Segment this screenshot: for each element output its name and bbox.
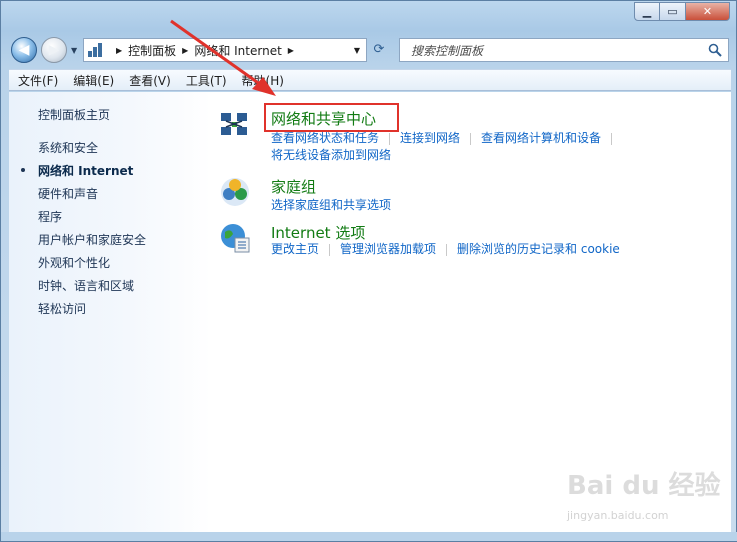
- menu-help[interactable]: 帮助(H): [233, 72, 290, 89]
- link-change-homepage[interactable]: 更改主页: [271, 242, 319, 256]
- sidebar-item-network-internet[interactable]: 网络和 Internet: [38, 162, 133, 179]
- link-manage-addons[interactable]: 管理浏览器加载项: [340, 242, 436, 256]
- link-view-network-status[interactable]: 查看网络状态和任务: [271, 131, 379, 145]
- sidebar-item-system-security[interactable]: 系统和安全: [38, 139, 98, 156]
- link-separator: [389, 132, 391, 145]
- link-separator: [470, 132, 472, 145]
- link-homegroup-sharing-options[interactable]: 选择家庭组和共享选项: [271, 198, 391, 212]
- search-placeholder: 搜索控制面板: [411, 43, 484, 58]
- minimize-button[interactable]: ▁: [634, 2, 660, 21]
- homegroup-title[interactable]: 家庭组: [271, 176, 316, 197]
- internet-options-icon: [221, 224, 250, 253]
- link-separator: [446, 243, 448, 256]
- menu-edit[interactable]: 编辑(E): [64, 72, 120, 89]
- sidebar-item-programs[interactable]: 程序: [38, 208, 62, 225]
- internet-options-links: 更改主页 管理浏览器加载项 删除浏览的历史记录和 cookie: [271, 241, 737, 258]
- sidebar-item-home[interactable]: 控制面板主页: [38, 106, 110, 123]
- highlight-box: [264, 103, 399, 132]
- link-separator: [329, 243, 331, 256]
- menu-bar: 文件(F) 编辑(E) 查看(V) 工具(T) 帮助(H): [9, 69, 731, 91]
- forward-button[interactable]: ▶: [41, 37, 67, 63]
- network-sharing-icon: [221, 113, 247, 135]
- internet-options-title[interactable]: Internet 选项: [271, 222, 365, 243]
- control-panel-window: ▁ ▭ ✕ ◀ ▶ ▼ ▶ 控制面板 ▶ 网络和 Internet ▶ ▼ ⟳ …: [0, 0, 737, 542]
- sidebar-item-hardware-sound[interactable]: 硬件和声音: [38, 185, 98, 202]
- menu-tools[interactable]: 工具(T): [177, 72, 233, 89]
- menu-file[interactable]: 文件(F): [9, 72, 64, 89]
- breadcrumb-arrow-icon[interactable]: ▶: [182, 46, 188, 55]
- homegroup-icon: [221, 178, 249, 206]
- watermark-logo: Bai du 经验: [567, 471, 721, 501]
- control-panel-icon: [88, 43, 104, 57]
- sidebar-item-clock-region[interactable]: 时钟、语言和区域: [38, 277, 134, 294]
- breadcrumb-arrow-icon[interactable]: ▶: [288, 46, 294, 55]
- homegroup-links: 选择家庭组和共享选项: [271, 197, 737, 214]
- address-bar[interactable]: ▶ 控制面板 ▶ 网络和 Internet ▶ ▼: [83, 38, 367, 62]
- search-input[interactable]: 搜索控制面板: [399, 38, 729, 62]
- network-sharing-links: 查看网络状态和任务 连接到网络 查看网络计算机和设备 将无线设备添加到网络: [271, 130, 737, 164]
- navigation-buttons: ◀ ▶ ▼: [11, 37, 77, 63]
- link-view-network-computers[interactable]: 查看网络计算机和设备: [481, 131, 601, 145]
- sidebar-item-appearance[interactable]: 外观和个性化: [38, 254, 110, 271]
- maximize-button[interactable]: ▭: [660, 2, 686, 21]
- window-bottom-border: [1, 532, 737, 541]
- breadcrumb-arrow-icon[interactable]: ▶: [116, 46, 122, 55]
- link-add-wireless-device[interactable]: 将无线设备添加到网络: [271, 148, 391, 162]
- sidebar-item-user-accounts[interactable]: 用户帐户和家庭安全: [38, 231, 146, 248]
- menu-view[interactable]: 查看(V): [120, 72, 177, 89]
- search-icon[interactable]: [708, 43, 722, 57]
- address-dropdown-icon[interactable]: ▼: [354, 46, 360, 55]
- close-button[interactable]: ✕: [686, 2, 730, 21]
- breadcrumb-control-panel[interactable]: 控制面板: [128, 42, 176, 59]
- sidebar-item-ease-of-access[interactable]: 轻松访问: [38, 300, 86, 317]
- sidebar: 控制面板主页 系统和安全 网络和 Internet 硬件和声音 程序 用户帐户和…: [9, 92, 211, 534]
- link-connect-to-network[interactable]: 连接到网络: [400, 131, 460, 145]
- recent-pages-dropdown[interactable]: ▼: [71, 46, 77, 55]
- link-separator: [611, 132, 613, 145]
- breadcrumb-network-internet[interactable]: 网络和 Internet: [194, 42, 281, 59]
- refresh-icon[interactable]: ⟳: [371, 42, 387, 58]
- active-bullet-icon: [21, 168, 25, 172]
- watermark-url: jingyan.baidu.com: [567, 509, 669, 522]
- link-delete-browsing-history[interactable]: 删除浏览的历史记录和 cookie: [457, 242, 620, 256]
- window-caption-buttons: ▁ ▭ ✕: [634, 2, 730, 21]
- back-button[interactable]: ◀: [11, 37, 37, 63]
